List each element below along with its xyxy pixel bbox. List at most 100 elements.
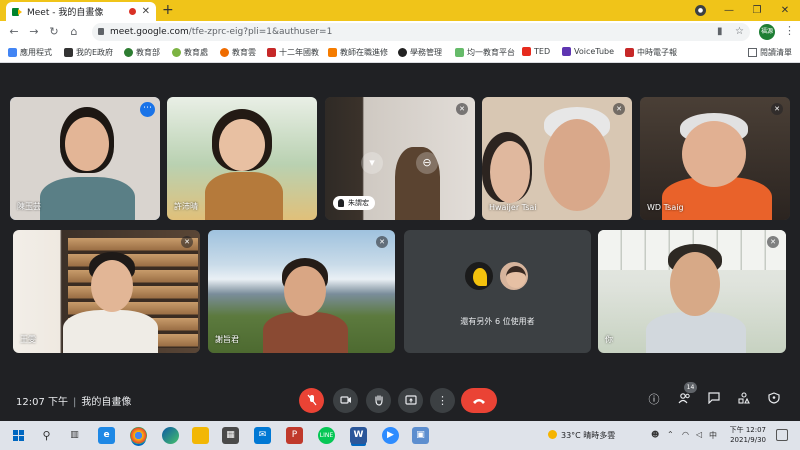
bookmark-edu-cloud[interactable]: 教育雲 bbox=[220, 47, 256, 58]
meeting-info-icon[interactable]: ⓘ bbox=[646, 392, 662, 408]
meeting-name: 我的自畫像 bbox=[81, 397, 132, 408]
forward-arrow-icon[interactable]: → bbox=[26, 24, 42, 40]
edu-dept-icon bbox=[172, 48, 181, 57]
participant-name: WD Tsaig bbox=[647, 203, 684, 212]
more-options-icon[interactable]: ⋯ bbox=[140, 102, 155, 117]
edu-cloud-icon bbox=[220, 48, 229, 57]
weather-widget[interactable]: 33°C 晴時多雲 bbox=[548, 430, 615, 441]
bookmark-voicetube[interactable]: VoiceTube bbox=[562, 47, 614, 56]
participant-name: 你 bbox=[605, 335, 613, 344]
voicetube-icon bbox=[562, 47, 571, 56]
moe-icon bbox=[124, 48, 133, 57]
show-hidden-icons[interactable]: ⌃ bbox=[667, 430, 674, 439]
profile-avatar[interactable]: 福源 bbox=[759, 24, 775, 40]
chat-icon[interactable] bbox=[706, 392, 722, 408]
participant-tile[interactable]: ✕ WD Tsaig bbox=[640, 97, 790, 220]
reading-list[interactable]: 閱讀清單 bbox=[748, 47, 792, 58]
participant-name: 陳玉芸 bbox=[17, 202, 41, 211]
task-view-icon[interactable]: ▥ bbox=[66, 427, 83, 444]
windows-taskbar: ⚲ ▥ e ▦ ✉ P LINE W ▶ ▣ 33°C 晴時多雲 ☻ ⌃ ◠ ◁… bbox=[0, 421, 800, 450]
mic-off-button[interactable] bbox=[299, 388, 324, 413]
bookmark-edu-dept[interactable]: 教育處 bbox=[172, 47, 208, 58]
camera-button[interactable] bbox=[333, 388, 358, 413]
notification-icon[interactable] bbox=[776, 429, 788, 441]
more-vertical-icon: ⋮ bbox=[437, 394, 448, 407]
bookmark-moe[interactable]: 教育部 bbox=[124, 47, 160, 58]
new-tab-button[interactable]: + bbox=[162, 2, 174, 19]
volume-icon[interactable]: ◁ bbox=[696, 430, 702, 439]
ime-indicator[interactable]: 中 bbox=[709, 430, 717, 441]
edge-icon[interactable] bbox=[162, 427, 179, 444]
search-icon[interactable]: ⚲ bbox=[38, 427, 55, 444]
browser-toolbar: ← → ↻ ⌂ meet.google.com/tfe-zprc-eig?pli… bbox=[0, 21, 800, 43]
bookmark-chinatimes[interactable]: 中時電子報 bbox=[625, 47, 677, 58]
browser-menu-icon[interactable]: ⋮ bbox=[784, 24, 795, 37]
address-bar[interactable]: meet.google.com/tfe-zprc-eig?pli=1&authu… bbox=[92, 23, 750, 41]
participant-tile[interactable]: ▾ ⊖ ✕ 朱謂宏 bbox=[325, 97, 475, 220]
bookmark-egov[interactable]: 我的E政府 bbox=[64, 47, 113, 58]
picture-viewer-icon[interactable]: ▣ bbox=[412, 427, 429, 444]
host-controls-icon[interactable] bbox=[766, 392, 782, 408]
other-participants-tile[interactable]: 還有另外 6 位使用者 bbox=[404, 230, 591, 353]
12yr-icon bbox=[267, 48, 276, 57]
system-clock[interactable]: 下午 12:07 2021/9/30 bbox=[722, 425, 766, 445]
activities-icon[interactable] bbox=[736, 392, 752, 408]
line-icon[interactable]: LINE bbox=[318, 427, 335, 444]
participant-tile[interactable]: ✕ Hwaijer Tsai bbox=[482, 97, 632, 220]
participant-name: 王雯 bbox=[20, 335, 36, 344]
mic-off-icon: ✕ bbox=[767, 236, 779, 248]
people-icon[interactable] bbox=[676, 392, 692, 408]
file-explorer-icon[interactable] bbox=[192, 427, 209, 444]
mic-off-icon: ✕ bbox=[376, 236, 388, 248]
participant-tile[interactable]: ✕ 王雯 bbox=[13, 230, 200, 353]
store-icon[interactable]: ▦ bbox=[222, 427, 239, 444]
profile-indicator-icon[interactable]: ● bbox=[695, 5, 706, 16]
word-icon[interactable]: W bbox=[350, 427, 367, 444]
raised-hand-icon bbox=[338, 199, 344, 207]
windows-start-icon[interactable] bbox=[10, 427, 27, 444]
self-view-tile[interactable]: ✕ 你 bbox=[598, 230, 786, 353]
browser-tab-meet[interactable]: Meet - 我的自畫像 ✕ bbox=[6, 2, 156, 21]
present-button[interactable] bbox=[398, 388, 423, 413]
camera-indicator-icon[interactable]: ▮ bbox=[717, 23, 723, 41]
maximize-button[interactable]: ❐ bbox=[742, 0, 772, 21]
mic-off-icon: ✕ bbox=[613, 103, 625, 115]
people-tray-icon[interactable]: ☻ bbox=[651, 430, 659, 439]
leave-call-button[interactable] bbox=[461, 388, 497, 413]
separator: | bbox=[73, 397, 77, 408]
reload-icon[interactable]: ↻ bbox=[46, 24, 62, 40]
ted-icon bbox=[522, 47, 531, 56]
participant-video bbox=[544, 119, 610, 211]
participant-tile[interactable]: ✕ 謝旨君 bbox=[208, 230, 395, 353]
chrome-icon[interactable] bbox=[130, 427, 147, 444]
pin-icon[interactable]: ▾ bbox=[361, 152, 383, 174]
back-arrow-icon[interactable]: ← bbox=[6, 24, 22, 40]
mail-icon[interactable]: ✉ bbox=[254, 427, 271, 444]
remove-icon[interactable]: ⊖ bbox=[416, 152, 438, 174]
close-window-button[interactable]: ✕ bbox=[770, 0, 800, 21]
participant-tile[interactable]: ⋯ 陳玉芸 bbox=[10, 97, 160, 220]
participant-name: Hwaijer Tsai bbox=[489, 203, 537, 212]
raise-hand-button[interactable] bbox=[366, 388, 391, 413]
ie-icon[interactable]: e bbox=[98, 427, 115, 444]
bookmark-student-affairs[interactable]: 學務管理 bbox=[398, 47, 442, 58]
bookmark-apps[interactable]: 應用程式 bbox=[8, 47, 52, 58]
bookmark-star-icon[interactable]: ☆ bbox=[735, 23, 744, 41]
wifi-icon[interactable]: ◠ bbox=[682, 430, 689, 439]
bookmarks-bar: 應用程式 我的E政府 教育部 教育處 教育雲 十二年國教 教師在職進修 學務管理… bbox=[0, 43, 800, 63]
bookmark-junyi[interactable]: 均一教育平台 bbox=[455, 47, 515, 58]
participant-count-badge: 14 bbox=[684, 382, 697, 393]
zoom-icon[interactable]: ▶ bbox=[382, 427, 399, 444]
bookmark-teacher-training[interactable]: 教師在職進修 bbox=[328, 47, 388, 58]
home-icon[interactable]: ⌂ bbox=[66, 24, 82, 40]
participant-tile[interactable]: 許沛晴 bbox=[167, 97, 317, 220]
bookmark-12yr[interactable]: 十二年國教 bbox=[267, 47, 319, 58]
tab-close-icon[interactable]: ✕ bbox=[142, 6, 150, 17]
junyi-icon bbox=[455, 48, 464, 57]
minimize-button[interactable]: — bbox=[714, 0, 744, 21]
bookmark-ted[interactable]: TED bbox=[522, 47, 550, 56]
more-options-button[interactable]: ⋮ bbox=[430, 388, 455, 413]
camera-icon bbox=[339, 396, 351, 404]
pdf-app-icon[interactable]: P bbox=[286, 427, 303, 444]
meeting-controls-bar: 12:07 下午 | 我的自畫像 ⋮ ⓘ 14 bbox=[0, 375, 800, 421]
